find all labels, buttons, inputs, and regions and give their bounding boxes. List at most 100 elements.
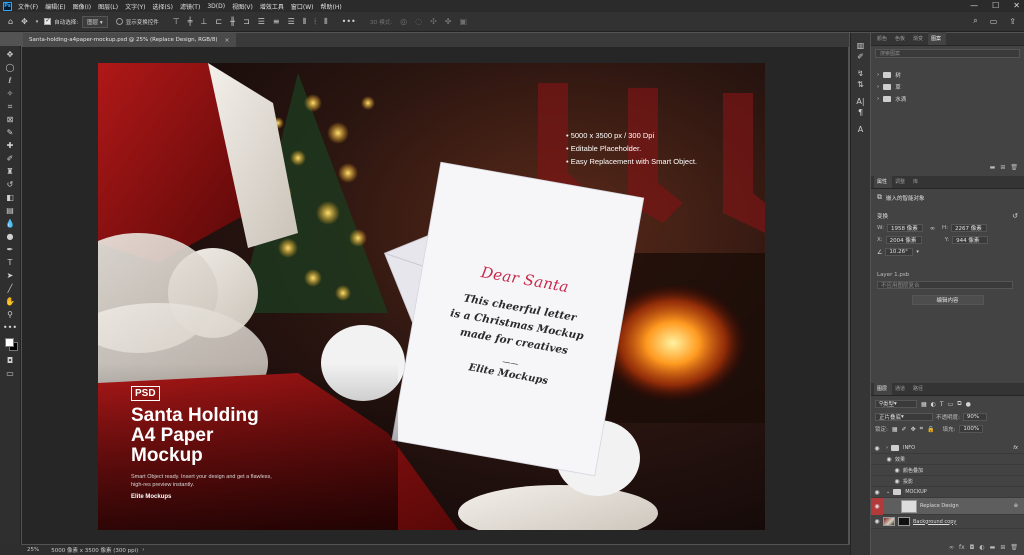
delete-icon[interactable]: 🗑 bbox=[1010, 164, 1018, 171]
layer-replace-design[interactable]: ◉ Replace Design ⊕ bbox=[871, 497, 1024, 515]
3d-pan-icon[interactable]: ✣ bbox=[430, 17, 437, 26]
chevron-down-icon[interactable]: ▾ bbox=[36, 19, 39, 25]
3d-scale-icon[interactable]: ▣ bbox=[459, 17, 467, 26]
menu-view[interactable]: 视图(V) bbox=[232, 2, 253, 11]
menu-filter[interactable]: 滤镜(T) bbox=[180, 2, 200, 11]
align-right-icon[interactable]: ⊐ bbox=[243, 17, 250, 26]
filter-toggle-icon[interactable]: ● bbox=[966, 401, 971, 408]
new-pattern-icon[interactable]: ⊞ bbox=[1000, 164, 1005, 171]
chevron-right-icon[interactable]: › bbox=[877, 96, 879, 102]
width-field[interactable]: 1958 像素 bbox=[886, 224, 923, 232]
layer-effect-drop-shadow[interactable]: ◉ 投影 bbox=[871, 476, 1024, 487]
adjustments-icon[interactable]: ⇅ bbox=[857, 80, 864, 91]
align-bottom-icon[interactable]: ⊥ bbox=[201, 17, 208, 26]
path-selection-tool-icon[interactable]: ➤ bbox=[3, 269, 17, 282]
tab-gradients[interactable]: 渐变 bbox=[910, 35, 928, 45]
chevron-right-icon[interactable]: › bbox=[877, 72, 879, 78]
quick-mask-icon[interactable]: ◘ bbox=[3, 354, 17, 367]
glyphs-icon[interactable]: A bbox=[858, 125, 863, 136]
lock-artboard-icon[interactable]: ⌗ bbox=[920, 425, 923, 433]
tab-layers[interactable]: 图层 bbox=[874, 382, 893, 395]
lock-paint-icon[interactable]: ✐ bbox=[902, 426, 907, 433]
eraser-tool-icon[interactable]: ◧ bbox=[3, 191, 17, 204]
filter-smart-icon[interactable]: ⧉ bbox=[957, 400, 961, 408]
y-field[interactable]: 944 像素 bbox=[952, 236, 989, 244]
link-layers-icon[interactable]: ∞ bbox=[949, 544, 954, 551]
brush-settings-icon[interactable]: ✐ bbox=[857, 52, 864, 63]
visibility-eye-icon[interactable]: ◉ bbox=[871, 489, 883, 496]
frame-tool-icon[interactable]: ⊠ bbox=[3, 113, 17, 126]
lock-all-icon[interactable]: 🔒 bbox=[927, 426, 934, 433]
layer-kind-dropdown[interactable]: ⚲ 类型 ▾ bbox=[875, 400, 917, 408]
magic-wand-tool-icon[interactable]: ✧ bbox=[3, 87, 17, 100]
auto-select-dropdown[interactable]: 图层 ▾ bbox=[82, 15, 108, 28]
more-options-icon[interactable]: ••• bbox=[342, 17, 356, 26]
layer-group-info[interactable]: ◉ › INFO fx bbox=[871, 443, 1024, 454]
zoom-tool-icon[interactable]: ⚲ bbox=[3, 308, 17, 321]
maximize-icon[interactable]: ☐ bbox=[992, 1, 999, 10]
paragraph-icon[interactable]: ¶ bbox=[858, 108, 863, 119]
move-tool-icon[interactable]: ✥ bbox=[21, 17, 28, 26]
clone-stamp-tool-icon[interactable]: ♜ bbox=[3, 165, 17, 178]
visibility-eye-icon[interactable]: ◉ bbox=[871, 518, 883, 525]
search-icon[interactable]: ⌕ bbox=[973, 16, 977, 26]
new-group-icon[interactable]: ▬ bbox=[990, 164, 996, 171]
blend-mode-dropdown[interactable]: 正片叠底 ▾ bbox=[875, 413, 933, 421]
layer-comp-dropdown[interactable]: 不应用图层复合 bbox=[877, 281, 1013, 289]
status-expand-icon[interactable]: › bbox=[142, 547, 144, 553]
filter-type-icon[interactable]: T bbox=[940, 401, 944, 408]
tab-adjustments[interactable]: 调整 bbox=[892, 178, 910, 188]
chevron-right-icon[interactable]: › bbox=[877, 84, 879, 90]
distribute-bottom-icon[interactable]: ☰ bbox=[288, 17, 295, 26]
filter-adjust-icon[interactable]: ◐ bbox=[931, 401, 936, 408]
zoom-level[interactable]: 25% bbox=[27, 547, 39, 553]
distribute-hcenter-icon[interactable]: ⦙ bbox=[314, 17, 316, 27]
line-tool-icon[interactable]: ╱ bbox=[3, 282, 17, 295]
move-tool-icon[interactable]: ✥ bbox=[3, 48, 17, 61]
3d-slide-icon[interactable]: ✤ bbox=[445, 17, 452, 26]
lasso-tool-icon[interactable]: ℓ bbox=[3, 74, 17, 87]
menu-image[interactable]: 图像(I) bbox=[73, 2, 91, 11]
align-left-icon[interactable]: ⊏ bbox=[215, 17, 222, 26]
visibility-eye-icon[interactable]: ◉ bbox=[871, 445, 883, 452]
x-field[interactable]: 2004 像素 bbox=[885, 236, 922, 244]
workspace-icon[interactable]: ▭ bbox=[990, 17, 998, 26]
filter-shape-icon[interactable]: ▭ bbox=[948, 401, 954, 408]
reset-transform-icon[interactable]: ↺ bbox=[1012, 212, 1018, 220]
align-hcenter-icon[interactable]: ╫ bbox=[230, 17, 235, 26]
blur-tool-icon[interactable]: 💧 bbox=[3, 217, 17, 230]
edit-toolbar-icon[interactable]: ••• bbox=[3, 321, 17, 334]
3d-orbit-icon[interactable]: ◎ bbox=[400, 17, 407, 26]
delete-layer-icon[interactable]: 🗑 bbox=[1010, 544, 1018, 551]
history-brush-tool-icon[interactable]: ↺ bbox=[3, 178, 17, 191]
visibility-eye-icon[interactable]: ◉ bbox=[891, 478, 903, 485]
layer-effect-color-overlay[interactable]: ◉ 颜色叠加 bbox=[871, 465, 1024, 476]
add-mask-icon[interactable]: ◘ bbox=[970, 544, 975, 551]
distribute-vcenter-icon[interactable]: ≡ bbox=[273, 17, 280, 26]
menu-layer[interactable]: 图层(L) bbox=[98, 2, 118, 11]
hand-tool-icon[interactable]: ✋ bbox=[3, 295, 17, 308]
auto-select-checkbox[interactable] bbox=[44, 17, 52, 25]
gradient-tool-icon[interactable]: ▤ bbox=[3, 204, 17, 217]
menu-file[interactable]: 文件(F) bbox=[18, 2, 38, 11]
fill-field[interactable]: 100% bbox=[959, 425, 984, 433]
tab-channels[interactable]: 通道 bbox=[892, 385, 910, 395]
add-style-icon[interactable]: fx bbox=[959, 544, 965, 551]
healing-brush-tool-icon[interactable]: ✚ bbox=[3, 139, 17, 152]
chevron-down-icon[interactable]: ▾ bbox=[916, 249, 919, 255]
new-layer-icon[interactable]: ⊞ bbox=[1000, 544, 1005, 551]
histogram-icon[interactable]: ▥ bbox=[857, 41, 865, 52]
document-canvas[interactable]: Dear Santa This cheerful letter is a Chr… bbox=[98, 63, 765, 530]
align-vcenter-icon[interactable]: ╪ bbox=[188, 17, 193, 26]
angle-field[interactable]: 10.26° bbox=[885, 248, 914, 256]
minimize-icon[interactable]: — bbox=[970, 1, 978, 10]
show-transform-checkbox[interactable] bbox=[115, 18, 123, 25]
distribute-left-icon[interactable]: ⦀ bbox=[303, 17, 307, 27]
layer-background-copy[interactable]: ◉ Background copy bbox=[871, 515, 1024, 529]
pattern-folder-grass[interactable]: › 草 bbox=[871, 81, 1024, 93]
chevron-down-icon[interactable]: ⌄ bbox=[886, 489, 890, 495]
eyedropper-tool-icon[interactable]: ✎ bbox=[3, 126, 17, 139]
document-tab[interactable]: Santa-holding-a4paper-mockup.psd @ 25% (… bbox=[23, 33, 236, 47]
filter-pixel-icon[interactable]: ▦ bbox=[921, 401, 927, 408]
tab-paths[interactable]: 路径 bbox=[910, 385, 928, 395]
